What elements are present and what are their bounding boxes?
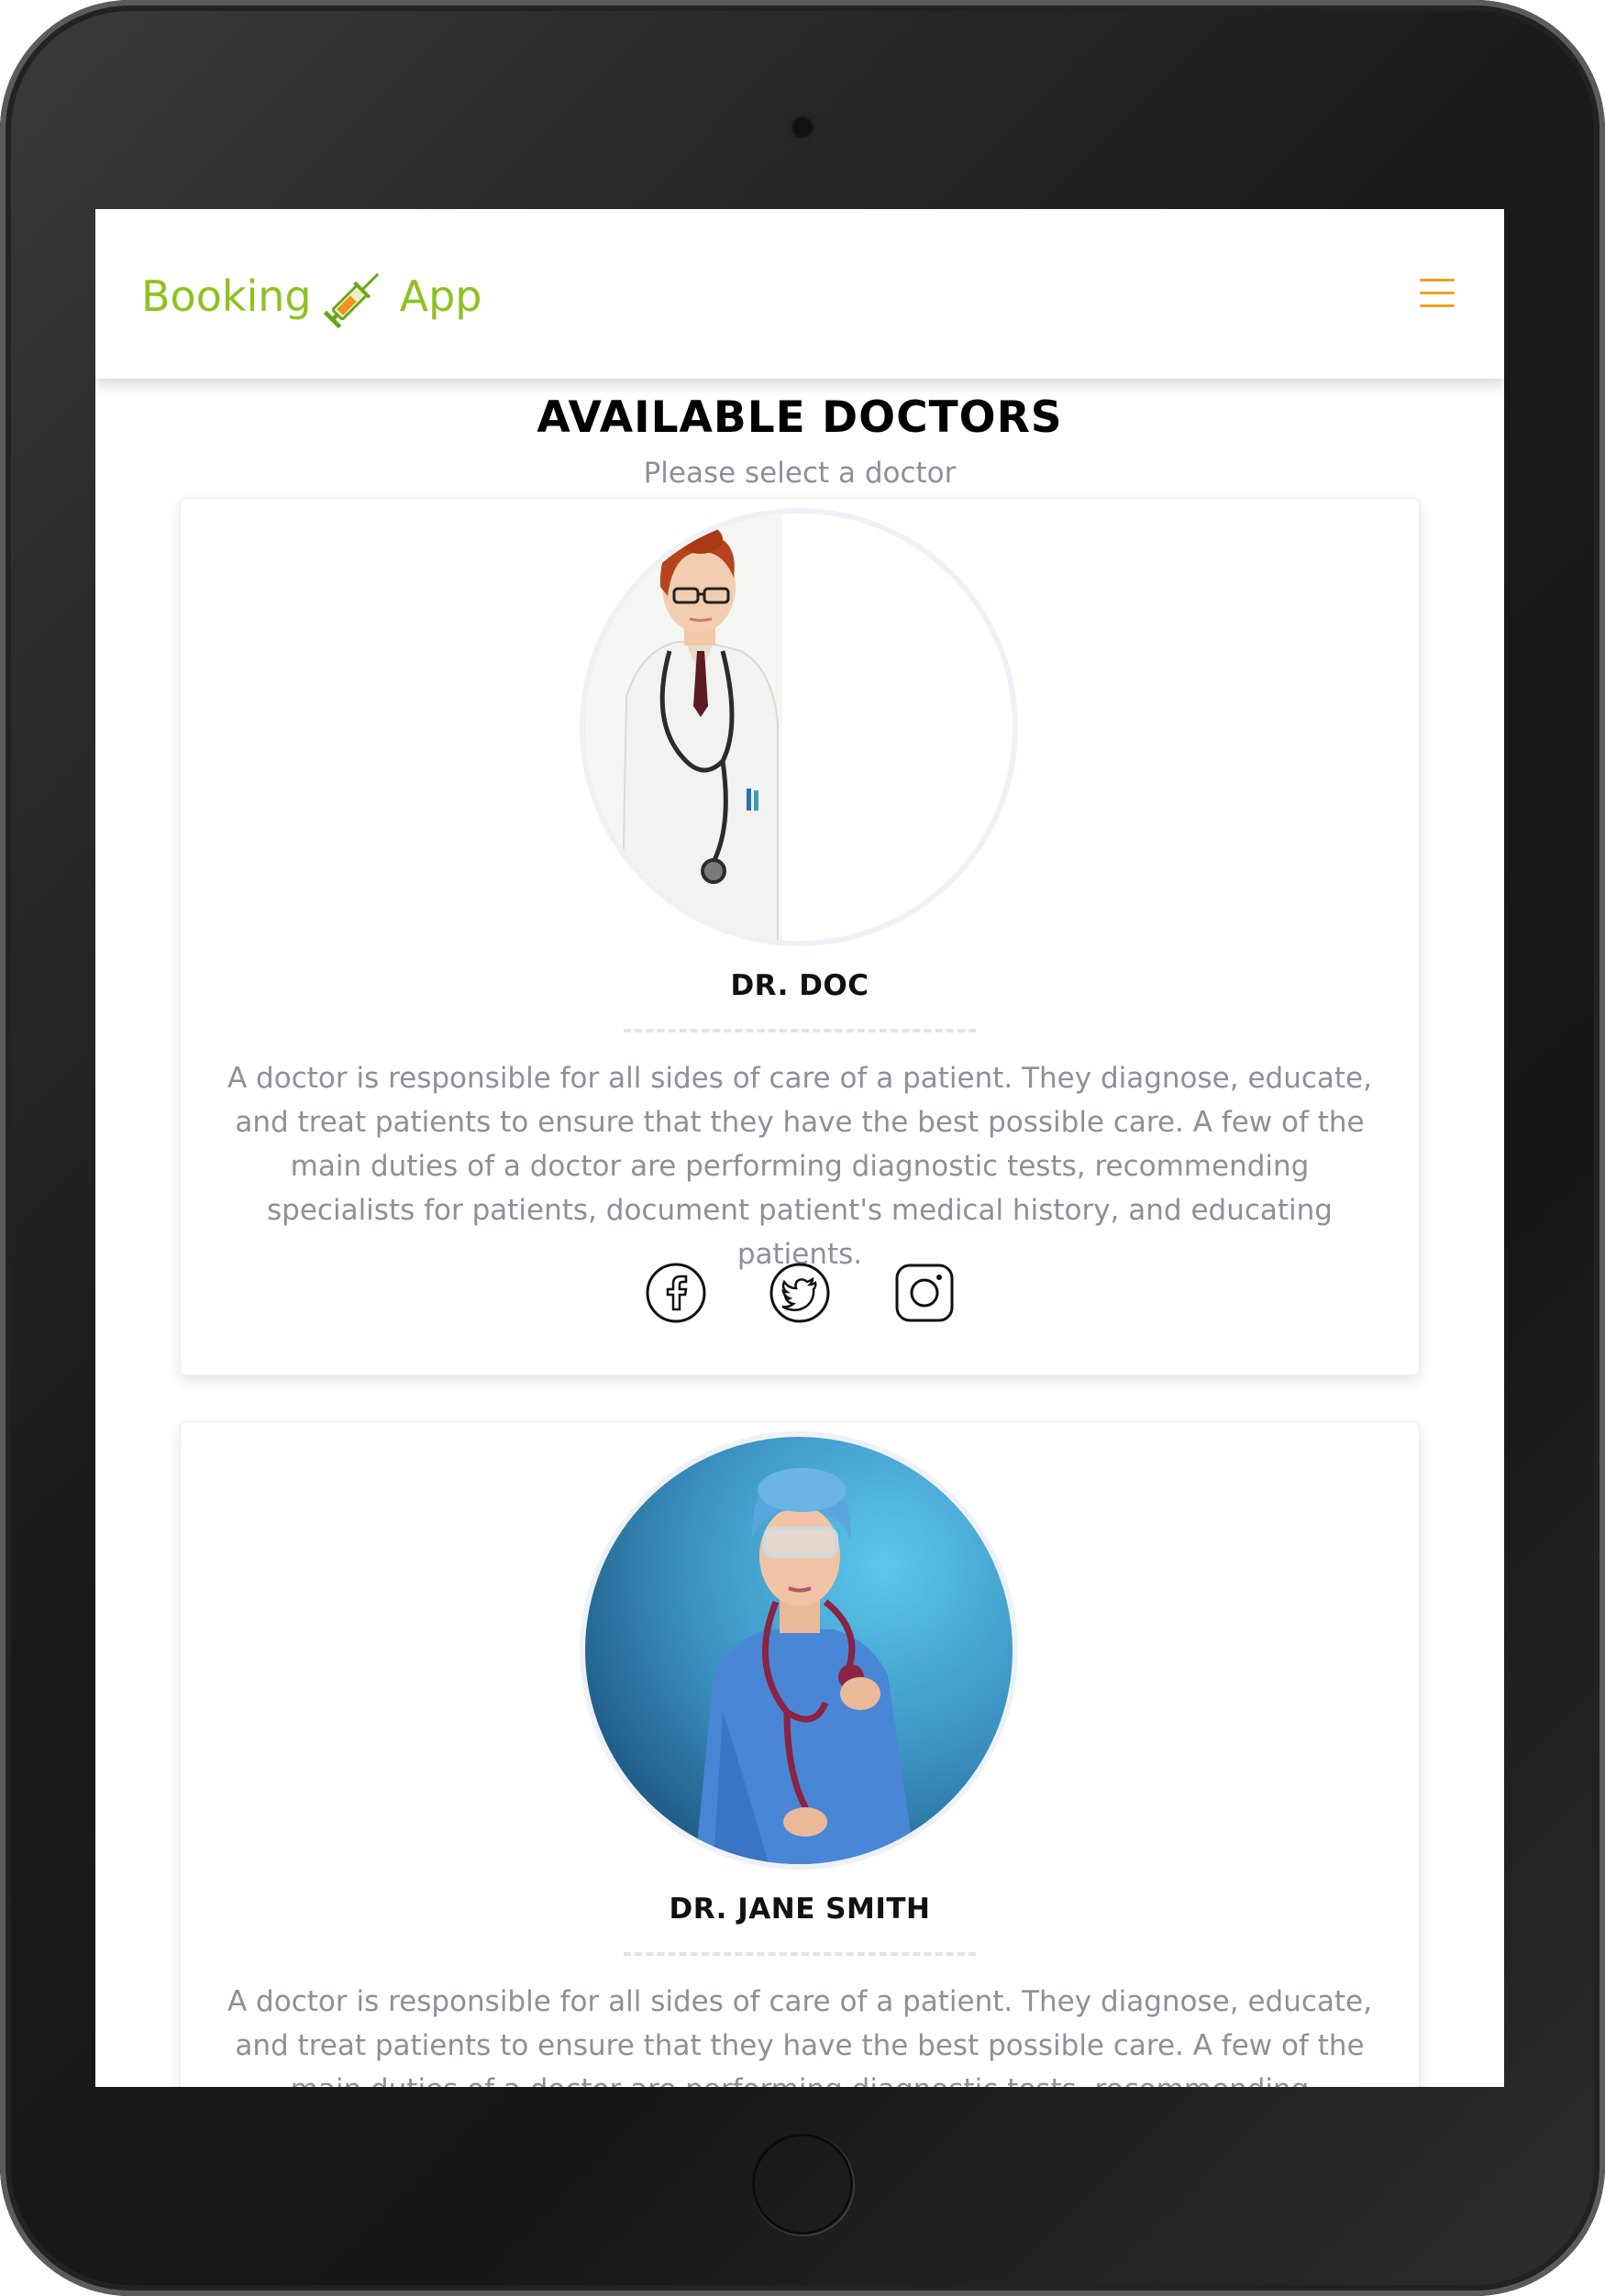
- facebook-icon[interactable]: [645, 1262, 707, 1324]
- brand-logo[interactable]: Booking App: [141, 264, 482, 329]
- hamburger-menu-icon[interactable]: [1420, 279, 1455, 308]
- navbar: Booking App: [95, 209, 1504, 379]
- camera-icon: [791, 116, 814, 139]
- social-links: [181, 1262, 1419, 1324]
- twitter-icon[interactable]: [769, 1262, 831, 1324]
- tablet-frame: Booking App AVAILABLE DOCTORS Please sel…: [0, 0, 1605, 2296]
- doctor-description: A doctor is responsible for all sides of…: [227, 1985, 1372, 2087]
- doctor-photo: [585, 513, 1013, 941]
- doctor-name: DR. JANE SMITH: [669, 1893, 931, 1926]
- page-subtitle: Please select a doctor: [643, 457, 957, 490]
- brand-right-word: App: [399, 271, 482, 321]
- syringe-icon: [323, 272, 379, 329]
- app-screen: Booking App AVAILABLE DOCTORS Please sel…: [95, 209, 1504, 2087]
- name-divider: [624, 1952, 976, 1956]
- brand-left-word: Booking: [141, 271, 312, 321]
- doctor-avatar: [580, 1431, 1018, 1870]
- page-title: AVAILABLE DOCTORS: [537, 392, 1063, 443]
- doctor-name: DR. DOC: [730, 969, 869, 1002]
- home-button[interactable]: [752, 2134, 853, 2235]
- doctor-description: A doctor is responsible for all sides of…: [227, 1062, 1372, 1271]
- doctor-card[interactable]: DR. JANE SMITH A doctor is responsible f…: [180, 1421, 1420, 2087]
- doctor-photo: [585, 1437, 1013, 1864]
- doctor-avatar: [580, 508, 1018, 946]
- doctor-card[interactable]: DR. DOC A doctor is responsible for all …: [180, 498, 1420, 1375]
- name-divider: [624, 1029, 976, 1032]
- instagram-icon[interactable]: [893, 1262, 956, 1324]
